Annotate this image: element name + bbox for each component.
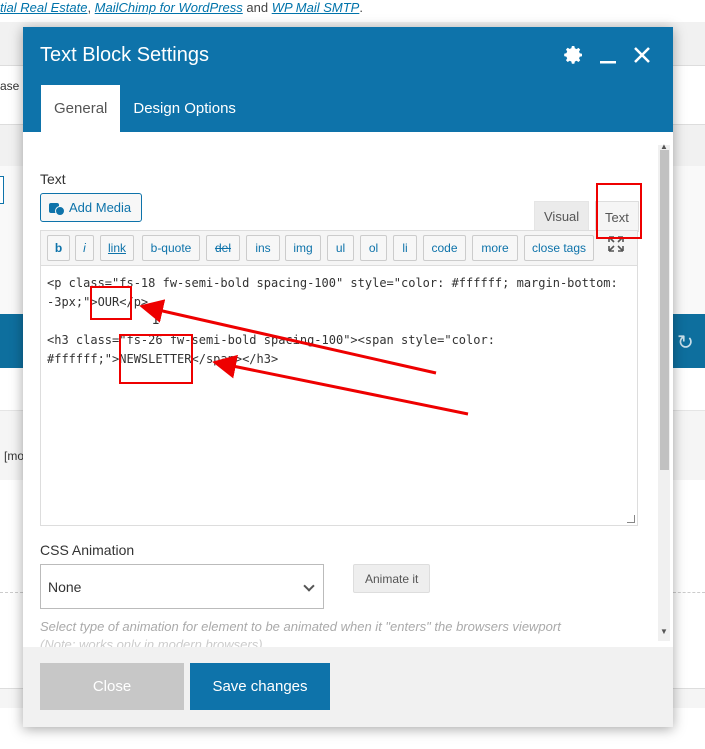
- modal-footer: Close Save changes: [23, 647, 673, 727]
- text-tab-highlight: [596, 183, 642, 239]
- css-animation-help-2: (Note: works only in modern browsers).: [40, 637, 267, 647]
- quicktag-code[interactable]: code: [423, 235, 466, 261]
- bg-left-text: ase: [0, 79, 20, 93]
- bg-button-edge: [0, 176, 4, 204]
- quicktag-b[interactable]: b: [47, 235, 70, 261]
- separator-and: and: [242, 0, 272, 15]
- quicktag-i[interactable]: i: [75, 235, 94, 261]
- add-media-label: Add Media: [69, 200, 132, 215]
- css-animation-select[interactable]: None: [40, 564, 324, 609]
- text-cursor-icon: I: [152, 313, 160, 328]
- content-line-1: <p class="fs-18 fw-semi-bold spacing-100…: [47, 276, 625, 309]
- css-animation-help: Select type of animation for element to …: [40, 619, 561, 634]
- css-animation-label: CSS Animation: [40, 542, 135, 558]
- resize-handle[interactable]: [627, 515, 635, 523]
- quicktag-b-quote[interactable]: b-quote: [142, 235, 200, 261]
- quicktag-more[interactable]: more: [472, 235, 518, 261]
- quicktags-toolbar: b i link b-quote del ins img ul ol li co…: [40, 230, 638, 266]
- divider: [673, 592, 705, 593]
- tab-design-options[interactable]: Design Options: [120, 85, 249, 132]
- minimize-icon[interactable]: [597, 43, 619, 67]
- gear-icon[interactable]: [563, 43, 585, 67]
- modal-scrollbar[interactable]: ▲ ▼: [658, 142, 670, 641]
- text-label: Text: [40, 171, 66, 187]
- quicktag-close-tags[interactable]: close tags: [524, 235, 594, 261]
- quicktag-ins[interactable]: ins: [246, 235, 280, 261]
- our-highlight: [90, 286, 132, 320]
- quicktag-ul[interactable]: ul: [327, 235, 354, 261]
- media-icon: [49, 201, 65, 216]
- quicktag-li[interactable]: li: [393, 235, 417, 261]
- save-changes-button[interactable]: Save changes: [190, 663, 330, 710]
- bg-left-text-2: [mo: [4, 449, 25, 463]
- quicktag-img[interactable]: img: [285, 235, 321, 261]
- css-animation-value: None: [48, 578, 82, 595]
- scroll-down-icon[interactable]: ▼: [660, 627, 668, 636]
- modal-header: Text Block Settings General Design Optio…: [23, 27, 673, 132]
- quicktag-ol[interactable]: ol: [360, 235, 387, 261]
- plugin-link-wp-mail-smtp[interactable]: WP Mail SMTP: [272, 0, 360, 15]
- plugin-link-real-estate[interactable]: tial Real Estate: [0, 0, 87, 15]
- close-icon[interactable]: [631, 43, 653, 67]
- newsletter-highlight: [119, 334, 193, 384]
- content-line-2: [47, 312, 631, 331]
- plugin-notice: tial Real Estate, MailChimp for WordPres…: [0, 0, 705, 22]
- tab-general[interactable]: General: [41, 85, 121, 132]
- quicktag-del[interactable]: del: [206, 235, 240, 261]
- modal-title: Text Block Settings: [40, 44, 209, 66]
- scroll-thumb[interactable]: [660, 150, 669, 470]
- refresh-icon[interactable]: ↻: [677, 330, 694, 355]
- chevron-down-icon: [303, 580, 315, 592]
- editor-tab-visual[interactable]: Visual: [534, 201, 590, 232]
- divider: [0, 592, 23, 593]
- quicktag-link[interactable]: link: [100, 235, 134, 261]
- add-media-button[interactable]: Add Media: [40, 193, 143, 222]
- plugin-link-mailchimp[interactable]: MailChimp for WordPress: [95, 0, 243, 15]
- close-button[interactable]: Close: [40, 663, 184, 710]
- separator: ,: [87, 0, 95, 15]
- period: .: [359, 0, 363, 15]
- animate-it-button[interactable]: Animate it: [353, 564, 431, 593]
